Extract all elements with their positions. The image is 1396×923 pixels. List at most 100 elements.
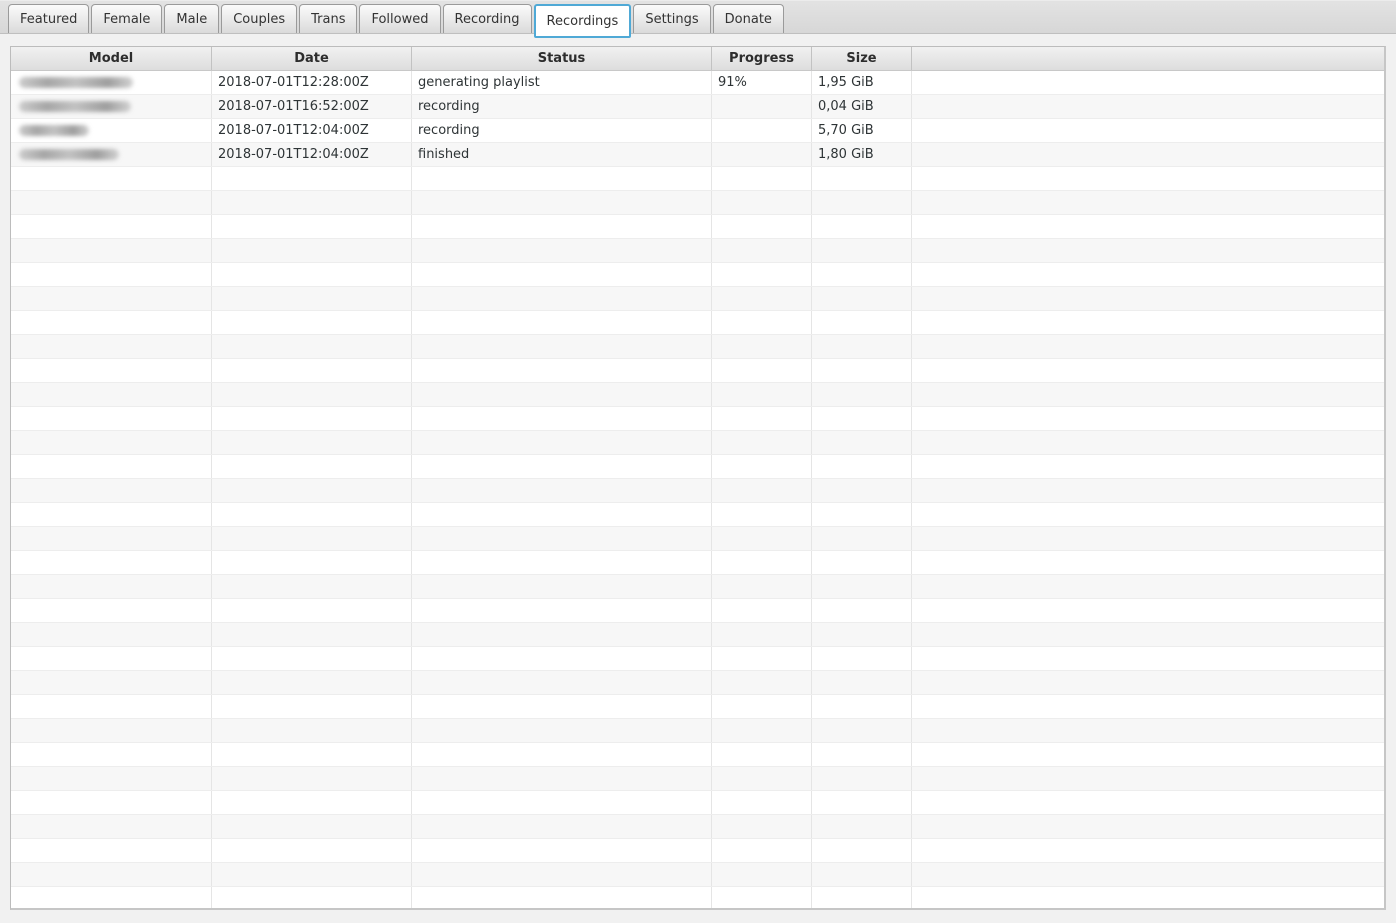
cell-empty xyxy=(912,191,1384,214)
cell-empty xyxy=(912,695,1384,718)
cell-status: generating playlist xyxy=(412,71,712,94)
cell-empty xyxy=(812,335,912,358)
cell-empty xyxy=(412,743,712,766)
cell-size: 1,80 GiB xyxy=(812,143,912,166)
cell-empty xyxy=(712,383,812,406)
cell-empty xyxy=(11,743,212,766)
cell-empty xyxy=(11,191,212,214)
cell-empty xyxy=(812,887,912,908)
table-row[interactable]: 2018-07-01T12:04:00Zrecording5,70 GiB xyxy=(11,119,1384,143)
cell-empty xyxy=(912,599,1384,622)
column-header-date[interactable]: Date xyxy=(212,47,412,70)
cell-empty xyxy=(812,623,912,646)
tab-female[interactable]: Female xyxy=(91,4,162,33)
cell-empty xyxy=(912,719,1384,742)
table-row[interactable]: 2018-07-01T12:28:00Zgenerating playlist9… xyxy=(11,71,1384,95)
cell-empty xyxy=(11,575,212,598)
cell-empty xyxy=(212,743,412,766)
table-row-empty xyxy=(11,167,1384,191)
cell-model xyxy=(11,95,212,118)
column-header-progress[interactable]: Progress xyxy=(712,47,812,70)
tab-trans[interactable]: Trans xyxy=(299,4,357,33)
cell-empty xyxy=(212,407,412,430)
cell-date-text: 2018-07-01T12:04:00Z xyxy=(218,123,369,138)
table-row-empty xyxy=(11,479,1384,503)
cell-empty xyxy=(712,791,812,814)
cell-empty xyxy=(212,887,412,908)
cell-empty xyxy=(912,455,1384,478)
cell-size-text: 5,70 GiB xyxy=(818,123,874,138)
cell-size: 0,04 GiB xyxy=(812,95,912,118)
cell-empty xyxy=(912,479,1384,502)
cell-empty xyxy=(912,575,1384,598)
cell-empty xyxy=(812,191,912,214)
tab-label: Trans xyxy=(311,12,345,27)
cell-empty xyxy=(812,743,912,766)
cell-empty xyxy=(212,239,412,262)
cell-model xyxy=(11,71,212,94)
table-row-empty xyxy=(11,767,1384,791)
cell-empty xyxy=(712,623,812,646)
cell-empty xyxy=(712,695,812,718)
column-header-model[interactable]: Model xyxy=(11,47,212,70)
tab-settings[interactable]: Settings xyxy=(633,4,710,33)
column-header-status[interactable]: Status xyxy=(412,47,712,70)
tab-recording[interactable]: Recording xyxy=(443,4,532,33)
table-row-empty xyxy=(11,455,1384,479)
cell-empty xyxy=(712,743,812,766)
cell-empty xyxy=(412,575,712,598)
cell-empty xyxy=(212,479,412,502)
cell-empty xyxy=(812,455,912,478)
table-row-empty xyxy=(11,383,1384,407)
cell-empty xyxy=(412,407,712,430)
table-row-empty xyxy=(11,263,1384,287)
column-header-filler[interactable] xyxy=(912,47,1384,70)
cell-empty xyxy=(412,167,712,190)
cell-date-text: 2018-07-01T12:28:00Z xyxy=(218,75,369,90)
cell-empty xyxy=(11,647,212,670)
cell-empty xyxy=(712,503,812,526)
cell-empty xyxy=(11,335,212,358)
cell-empty xyxy=(11,287,212,310)
cell-empty xyxy=(812,575,912,598)
cell-empty xyxy=(812,311,912,334)
cell-empty xyxy=(412,479,712,502)
cell-empty xyxy=(812,839,912,862)
cell-empty xyxy=(11,815,212,838)
tab-recordings[interactable]: Recordings xyxy=(534,4,632,38)
cell-empty xyxy=(912,359,1384,382)
cell-size-text: 0,04 GiB xyxy=(818,99,874,114)
table-row[interactable]: 2018-07-01T16:52:00Zrecording0,04 GiB xyxy=(11,95,1384,119)
tab-male[interactable]: Male xyxy=(164,4,219,33)
table-row-empty xyxy=(11,407,1384,431)
cell-empty xyxy=(812,359,912,382)
tab-featured[interactable]: Featured xyxy=(8,4,89,33)
tab-followed[interactable]: Followed xyxy=(359,4,440,33)
cell-empty xyxy=(712,215,812,238)
cell-empty xyxy=(212,311,412,334)
cell-empty xyxy=(912,815,1384,838)
cell-empty xyxy=(212,815,412,838)
cell-status-text: generating playlist xyxy=(418,75,540,90)
cell-empty xyxy=(412,215,712,238)
cell-empty xyxy=(11,791,212,814)
cell-empty xyxy=(412,455,712,478)
table-row-empty xyxy=(11,839,1384,863)
table-row-empty xyxy=(11,215,1384,239)
cell-empty xyxy=(712,167,812,190)
column-header-size[interactable]: Size xyxy=(812,47,912,70)
cell-empty xyxy=(912,743,1384,766)
table-row[interactable]: 2018-07-01T12:04:00Zfinished1,80 GiB xyxy=(11,143,1384,167)
cell-empty xyxy=(712,191,812,214)
cell-empty xyxy=(712,887,812,908)
cell-progress xyxy=(712,119,812,142)
cell-empty xyxy=(412,239,712,262)
cell-empty xyxy=(912,863,1384,886)
tab-donate[interactable]: Donate xyxy=(713,4,784,33)
table-row-empty xyxy=(11,191,1384,215)
tab-couples[interactable]: Couples xyxy=(221,4,297,33)
cell-empty xyxy=(212,383,412,406)
cell-empty xyxy=(11,623,212,646)
table-row-empty xyxy=(11,599,1384,623)
cell-empty xyxy=(412,311,712,334)
